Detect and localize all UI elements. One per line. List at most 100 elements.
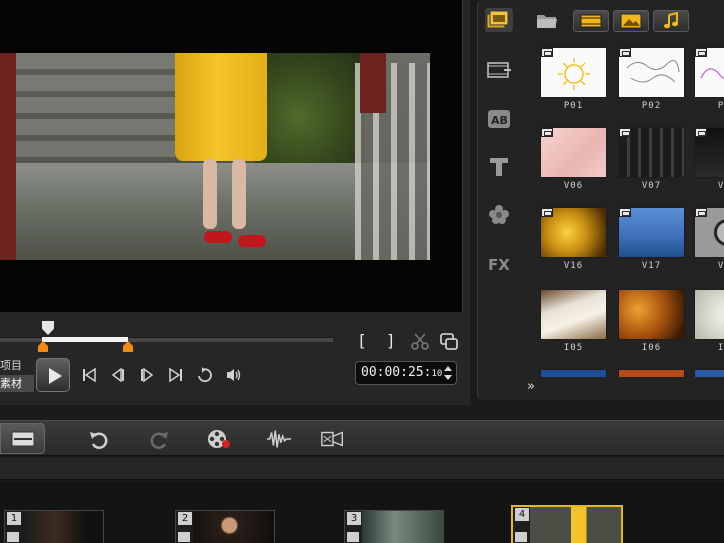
library-item[interactable]: I05 bbox=[540, 289, 607, 359]
mode-clip[interactable]: 素材 bbox=[0, 375, 34, 392]
library-item[interactable]: V06 bbox=[540, 127, 607, 197]
storyboard-clip[interactable]: 2 bbox=[175, 510, 275, 543]
film-icon bbox=[487, 62, 511, 78]
thumbnail-image bbox=[540, 289, 607, 340]
category-graphics[interactable] bbox=[485, 202, 513, 226]
thumbnail-label: I07 bbox=[717, 343, 724, 353]
audio-badge-icon bbox=[178, 532, 190, 542]
play-button[interactable] bbox=[36, 358, 70, 392]
thumbnail-label: P01 bbox=[563, 101, 584, 111]
filter-photo-tab[interactable] bbox=[613, 10, 649, 32]
video-filmstrip-icon bbox=[580, 14, 602, 28]
library-item[interactable]: V18 bbox=[694, 207, 724, 277]
category-media[interactable] bbox=[485, 8, 513, 32]
home-button[interactable] bbox=[80, 366, 98, 384]
step-back-icon bbox=[111, 367, 124, 383]
trim-start-handle[interactable] bbox=[38, 341, 48, 352]
next-frame-button[interactable] bbox=[138, 366, 156, 384]
volume-button[interactable] bbox=[225, 366, 243, 384]
previous-frame-button[interactable] bbox=[109, 366, 127, 384]
thumbnail-label: I05 bbox=[563, 343, 584, 353]
library-item[interactable]: I06 bbox=[618, 289, 685, 359]
category-title[interactable] bbox=[485, 155, 513, 179]
video-shoe-left bbox=[204, 231, 232, 243]
clip-thumbnail bbox=[362, 511, 443, 543]
library-item[interactable]: V08 bbox=[694, 127, 724, 197]
sound-mixer-button[interactable] bbox=[266, 427, 292, 451]
undo-button[interactable] bbox=[86, 427, 112, 451]
playhead-handle[interactable] bbox=[42, 321, 54, 335]
storyboard-clip[interactable]: 3 bbox=[344, 510, 444, 543]
storyboard-clip[interactable]: 1 bbox=[4, 510, 104, 543]
clip-number: 4 bbox=[515, 508, 529, 521]
waveform-icon bbox=[266, 430, 292, 448]
timecode-display[interactable]: 00:00:25:10 bbox=[355, 361, 457, 385]
open-folder-button[interactable] bbox=[534, 10, 560, 32]
transition-ab-icon: AB bbox=[488, 110, 510, 128]
record-capture-button[interactable] bbox=[206, 427, 232, 451]
speaker-icon bbox=[227, 369, 241, 381]
storyboard-view-toggle[interactable] bbox=[0, 423, 45, 454]
library-item[interactable]: V17 bbox=[618, 207, 685, 277]
redo-button[interactable] bbox=[146, 427, 172, 451]
library-item[interactable]: P02 bbox=[618, 47, 685, 117]
svg-text:AB: AB bbox=[491, 114, 508, 127]
timecode-spinner[interactable] bbox=[443, 365, 453, 381]
mode-project[interactable]: 项目 bbox=[0, 357, 34, 374]
category-transitions[interactable]: AB bbox=[485, 107, 513, 131]
end-button[interactable] bbox=[167, 366, 185, 384]
audio-badge-icon bbox=[515, 532, 527, 542]
storyboard-header bbox=[0, 458, 724, 480]
filter-video-tab[interactable] bbox=[573, 10, 609, 32]
film-reel-icon bbox=[208, 430, 230, 448]
video-badge-icon bbox=[541, 208, 553, 217]
video-badge-icon bbox=[541, 128, 553, 137]
library-item[interactable]: P01 bbox=[540, 47, 607, 117]
video-yellow-dress bbox=[175, 53, 267, 161]
mark-in-button[interactable]: [ bbox=[357, 331, 371, 350]
expand-library-button[interactable]: » bbox=[522, 378, 540, 396]
filter-audio-tab[interactable] bbox=[653, 10, 689, 32]
photo-icon bbox=[620, 13, 642, 29]
video-leg-left bbox=[203, 159, 217, 229]
folder-icon bbox=[537, 15, 557, 28]
thumbnail-label: P02 bbox=[641, 101, 662, 111]
library-item-partial bbox=[540, 369, 607, 377]
title-t-icon bbox=[490, 158, 508, 176]
audio-badge-icon bbox=[347, 532, 359, 542]
thumbnail-label: V17 bbox=[641, 261, 662, 271]
library-panel: AB FX P01 P02 P V06 V07 V V16 V17 V I05 … bbox=[477, 0, 724, 400]
category-filters[interactable]: FX bbox=[485, 252, 513, 276]
library-item[interactable]: I07 bbox=[694, 289, 724, 359]
undo-icon bbox=[90, 432, 108, 449]
audio-badge-icon bbox=[7, 532, 19, 542]
thumbnail-image bbox=[618, 289, 685, 340]
video-frame bbox=[0, 53, 430, 260]
enlarge-preview-button[interactable] bbox=[438, 332, 460, 352]
repeat-button[interactable] bbox=[196, 366, 214, 384]
clip-number: 2 bbox=[178, 512, 192, 525]
category-instant-project[interactable] bbox=[485, 58, 513, 82]
thumbnail-label: I06 bbox=[641, 343, 662, 353]
timecode-frames: 10 bbox=[431, 369, 443, 379]
redo-icon bbox=[150, 432, 168, 449]
library-thumbnails: P01 P02 P03 V06 V07 bbox=[540, 47, 724, 377]
video-badge-icon bbox=[695, 48, 707, 57]
video-badge-icon bbox=[695, 208, 707, 217]
mark-out-button[interactable]: ] bbox=[386, 331, 400, 350]
trim-end-handle[interactable] bbox=[123, 341, 133, 352]
library-item[interactable]: V16 bbox=[540, 207, 607, 277]
split-clip-button[interactable] bbox=[410, 332, 430, 352]
thumbnail-image bbox=[694, 289, 724, 340]
video-post-right bbox=[360, 53, 386, 113]
auto-music-button[interactable] bbox=[320, 427, 346, 451]
preview-screen bbox=[0, 0, 463, 312]
music-note-icon bbox=[664, 12, 678, 29]
repeat-icon bbox=[198, 367, 212, 383]
video-badge-icon bbox=[619, 128, 631, 137]
storyboard-clip-selected[interactable]: 4 bbox=[511, 505, 623, 543]
thumbnail-label: V18 bbox=[717, 261, 724, 271]
library-item[interactable]: P03 bbox=[694, 47, 724, 117]
library-item[interactable]: V07 bbox=[618, 127, 685, 197]
svg-text:FX: FX bbox=[488, 256, 510, 274]
